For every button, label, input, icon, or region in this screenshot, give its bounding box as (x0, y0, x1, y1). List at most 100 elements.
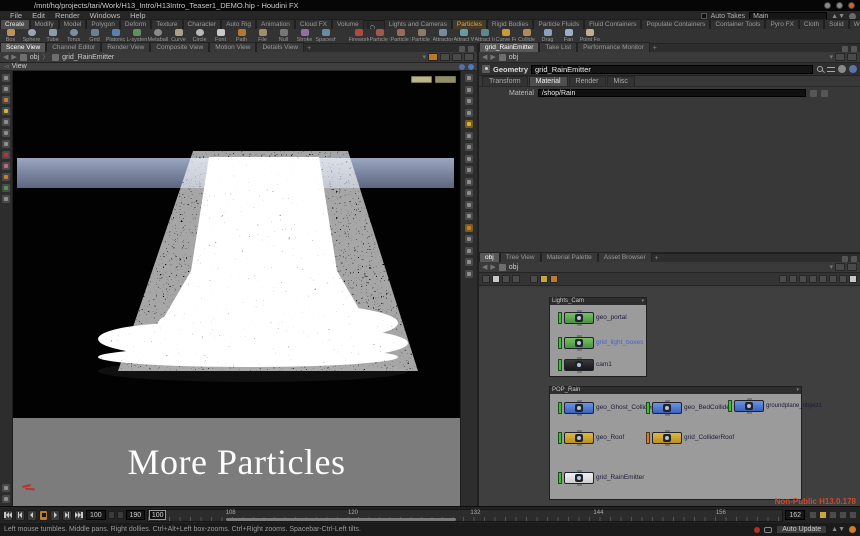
tab-parameters[interactable]: grid_RainEmitter (479, 42, 539, 52)
nav-forward-icon[interactable]: ▶ (490, 264, 495, 271)
nav-back-icon[interactable]: ◀ (482, 264, 487, 271)
pane-menu-icon[interactable] (468, 46, 474, 52)
net-flag-orange-icon[interactable] (550, 275, 558, 283)
nav-back-icon[interactable]: ◀ (482, 54, 487, 61)
shelf-tab-cloth[interactable]: Cloth (799, 19, 824, 29)
background-icon[interactable] (465, 270, 473, 278)
shelf-tab-pyrofx[interactable]: Pyro FX (765, 19, 798, 29)
tool-particle-e[interactable]: Particle E... (369, 29, 390, 43)
shade-mode-icon[interactable] (465, 120, 473, 128)
netbox-collapse-icon[interactable]: ▾ (796, 387, 799, 394)
play-button[interactable] (50, 510, 60, 521)
next-frame-button[interactable] (62, 510, 72, 521)
tool-lsystem[interactable]: L-system (126, 29, 147, 43)
view-tool-icon[interactable] (465, 74, 473, 82)
timeline-ruler[interactable]: 100 108 120 132 144 156 (147, 509, 783, 522)
close-button[interactable] (848, 2, 855, 9)
param-tab-render[interactable]: Render (569, 76, 606, 86)
safe-area-icon[interactable] (465, 258, 473, 266)
net-grid-icon[interactable] (502, 275, 510, 283)
search-icon[interactable] (816, 65, 824, 73)
help-icon[interactable] (849, 65, 857, 73)
shelf-gear-icon[interactable] (367, 22, 369, 29)
path-dropdown-icon[interactable]: ▾ (829, 264, 833, 271)
shelf-tab-animation[interactable]: Animation (256, 19, 295, 29)
nav-forward-icon[interactable]: ▶ (11, 54, 16, 61)
range-lock-icon[interactable] (108, 511, 115, 519)
up-level-icon[interactable] (499, 264, 506, 271)
shelf-tab-particles[interactable]: Particles (452, 19, 487, 29)
prev-frame-button[interactable] (15, 510, 25, 521)
lighting-icon[interactable] (465, 109, 473, 117)
shelf-tab-particle-fluids[interactable]: Particle Fluids (533, 19, 584, 29)
tab-material-palette[interactable]: Material Palette (541, 252, 598, 262)
tab-render-view[interactable]: Render View (101, 42, 150, 52)
paint-tool-icon[interactable] (2, 151, 10, 159)
tool-grid[interactable]: Grid (84, 29, 105, 43)
nav-back-icon[interactable]: ◀ (3, 54, 8, 61)
up-level-icon[interactable] (499, 54, 506, 61)
tool-particle-s[interactable]: Particle S... (411, 29, 432, 43)
tab-motion-view[interactable]: Motion View (209, 42, 256, 52)
shelf-tab-solid[interactable]: Solid (824, 19, 848, 29)
display-flag[interactable] (558, 472, 562, 484)
sculpt-tool-icon[interactable] (2, 162, 10, 170)
playbar-options-icon[interactable] (849, 511, 857, 519)
shelf-tab-create[interactable]: Create (0, 19, 30, 29)
tool-font[interactable]: Font (210, 29, 231, 43)
display-flag[interactable] (646, 402, 650, 414)
play-reverse-button[interactable] (27, 510, 37, 521)
shelf-tab-populate-containers[interactable]: Populate Containers (641, 19, 710, 29)
net-snap-icon[interactable] (809, 275, 817, 283)
net-wire-icon[interactable] (789, 275, 797, 283)
step-size-icon[interactable] (839, 511, 847, 519)
node-groundplane-object1[interactable]: groundplane_object1 (728, 399, 822, 412)
param-tab-misc[interactable]: Misc (607, 76, 635, 86)
shelf-tab-texture[interactable]: Texture (151, 19, 182, 29)
node-geo-bedcollider[interactable]: geo_BedCollider (646, 401, 732, 414)
tool-drag[interactable]: Drag (537, 29, 558, 43)
tool-spaceship[interactable]: Spaceship (315, 29, 336, 43)
handles-tool-icon[interactable] (2, 129, 10, 137)
path-root[interactable]: obj (30, 54, 39, 61)
tool-torus[interactable]: Torus (63, 29, 84, 43)
display-flag[interactable] (558, 359, 562, 371)
net-color-icon[interactable] (530, 275, 538, 283)
path-root[interactable]: obj (509, 264, 518, 271)
tool-curve[interactable]: Curve (168, 29, 189, 43)
ruler-icon[interactable] (465, 201, 473, 209)
tool-platonic[interactable]: Platonic (105, 29, 126, 43)
tool-attract-in[interactable]: Attract In... (474, 29, 495, 43)
clear-icon[interactable] (810, 90, 817, 97)
shelf-tab-cloudfx[interactable]: Cloud FX (295, 19, 332, 29)
path-node[interactable]: grid_RainEmitter (62, 54, 114, 61)
node-name-field[interactable]: grid_RainEmitter (531, 65, 813, 74)
dynamics-tool-icon[interactable] (2, 184, 10, 192)
view-persp-icon[interactable] (2, 495, 10, 503)
view-caret-icon[interactable]: ◅ (4, 63, 9, 70)
tool-collide[interactable]: Collide (516, 29, 537, 43)
node-grid-rainemitter[interactable]: grid_RainEmitter (558, 471, 644, 484)
param-tab-transform[interactable]: Transform (482, 76, 528, 86)
node-grid-light-boxes[interactable]: grid_light_boxes (558, 336, 643, 349)
pane-maximize-icon[interactable] (459, 46, 465, 52)
lock-icon[interactable] (440, 53, 450, 61)
error-indicator-icon[interactable] (754, 527, 760, 533)
view-options-icon[interactable] (459, 64, 465, 70)
mirror-icon[interactable] (465, 212, 473, 220)
material-path-field[interactable]: /shop/Rain (538, 89, 806, 97)
snapshot-compare-icon[interactable] (465, 224, 473, 232)
auto-update-selector[interactable]: Auto Update (776, 525, 827, 534)
tool-point-force[interactable]: Point Force (579, 29, 600, 43)
tool-particle-f[interactable]: Particle F... (390, 29, 411, 43)
tool-curve-force[interactable]: Curve Force (495, 29, 516, 43)
display-options-icon[interactable] (465, 235, 473, 243)
tool-metaball[interactable]: Metaball (147, 29, 168, 43)
pose-tool-icon[interactable] (2, 173, 10, 181)
net-panel-icon[interactable] (849, 275, 857, 283)
viewport-badge[interactable] (411, 76, 432, 83)
play-flipbook-icon[interactable] (835, 263, 845, 271)
display-flag[interactable] (558, 337, 562, 349)
net-zoom-icon[interactable] (839, 275, 847, 283)
pane-menu-icon[interactable] (851, 46, 857, 52)
